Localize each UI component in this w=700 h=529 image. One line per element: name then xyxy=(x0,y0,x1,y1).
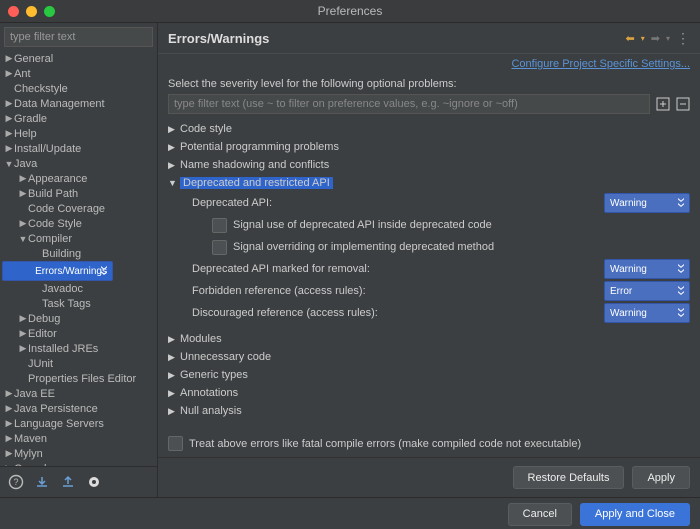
pref-fatal-errors[interactable]: Treat above errors like fatal compile er… xyxy=(158,430,700,457)
restore-defaults-button[interactable]: Restore Defaults xyxy=(513,466,625,489)
sidebar-item[interactable]: ▶Maven xyxy=(2,431,157,446)
sidebar-item[interactable]: ▶Data Management xyxy=(2,96,157,111)
sidebar-item[interactable]: Checkstyle xyxy=(2,81,157,96)
group-null-analysis[interactable]: ▶Null analysis xyxy=(168,402,690,420)
dialog-bottom-bar: Cancel Apply and Close xyxy=(0,497,700,529)
description-text: Select the severity level for the follow… xyxy=(158,74,700,94)
sidebar-tree[interactable]: ▶General▶AntCheckstyle▶Data Management▶G… xyxy=(0,51,157,466)
deprecated-removal-select[interactable]: Warning xyxy=(604,259,690,279)
page-title: Errors/Warnings xyxy=(168,31,269,46)
group-modules[interactable]: ▶Modules xyxy=(168,330,690,348)
sidebar-item[interactable]: Task Tags xyxy=(2,296,157,311)
sidebar-item[interactable]: ▶Appearance xyxy=(2,171,157,186)
import-icon[interactable] xyxy=(34,474,50,490)
menu-icon[interactable]: ⋮ xyxy=(676,30,690,47)
group-name-shadowing[interactable]: ▶Name shadowing and conflicts xyxy=(168,156,690,174)
pref-signal-overriding[interactable]: Signal overriding or implementing deprec… xyxy=(168,236,690,258)
checkbox-icon[interactable] xyxy=(212,240,227,255)
export-icon[interactable] xyxy=(60,474,76,490)
deprecated-api-select[interactable]: Warning xyxy=(604,193,690,213)
sidebar-item[interactable]: JUnit xyxy=(2,356,157,371)
sidebar-item[interactable]: Errors/Warnings xyxy=(2,261,113,281)
sidebar-item[interactable]: Code Coverage xyxy=(2,201,157,216)
cancel-button[interactable]: Cancel xyxy=(508,503,572,526)
sidebar-item[interactable]: ▶Java EE xyxy=(2,386,157,401)
pref-deprecated-removal: Deprecated API marked for removal: Warni… xyxy=(168,258,690,280)
sidebar-item[interactable]: ▶Mylyn xyxy=(2,446,157,461)
help-icon[interactable]: ? xyxy=(8,474,24,490)
sidebar-item[interactable]: ▶Build Path xyxy=(2,186,157,201)
sidebar-item[interactable]: ▶Java Persistence xyxy=(2,401,157,416)
pref-signal-inside-deprecated[interactable]: Signal use of deprecated API inside depr… xyxy=(168,214,690,236)
expand-all-icon[interactable] xyxy=(656,97,670,111)
oomph-icon[interactable] xyxy=(86,474,102,490)
sidebar-item[interactable]: ▶Help xyxy=(2,126,157,141)
sidebar-item[interactable]: ▶Installed JREs xyxy=(2,341,157,356)
group-generic-types[interactable]: ▶Generic types xyxy=(168,366,690,384)
checkbox-icon[interactable] xyxy=(168,436,183,451)
group-code-style[interactable]: ▶Code style xyxy=(168,120,690,138)
sidebar-item[interactable]: ▶Code Style xyxy=(2,216,157,231)
sidebar-item[interactable]: ▶General xyxy=(2,51,157,66)
forward-arrow-icon[interactable]: ➡ xyxy=(651,32,660,45)
sidebar-item[interactable]: ▼Compiler xyxy=(2,231,157,246)
pref-deprecated-api: Deprecated API: Warning xyxy=(168,192,690,214)
collapse-all-icon[interactable] xyxy=(676,97,690,111)
sidebar-item[interactable]: Building xyxy=(2,246,157,261)
group-annotations[interactable]: ▶Annotations xyxy=(168,384,690,402)
svg-text:?: ? xyxy=(13,477,18,487)
sidebar-item[interactable]: Properties Files Editor xyxy=(2,371,157,386)
sidebar-item[interactable]: ▶Ant xyxy=(2,66,157,81)
group-deprecated-api[interactable]: ▼Deprecated and restricted API xyxy=(168,174,690,192)
apply-and-close-button[interactable]: Apply and Close xyxy=(580,503,690,526)
sidebar-filter-input[interactable]: type filter text xyxy=(4,27,153,47)
sidebar-item[interactable]: ▶Editor xyxy=(2,326,157,341)
titlebar: Preferences xyxy=(0,0,700,23)
sidebar-item[interactable]: ▶Language Servers xyxy=(2,416,157,431)
settings-filter-input[interactable]: type filter text (use ~ to filter on pre… xyxy=(168,94,650,114)
sidebar-item[interactable]: ▶Debug xyxy=(2,311,157,326)
sidebar-item[interactable]: ▶Install/Update xyxy=(2,141,157,156)
sidebar: type filter text ▶General▶AntCheckstyle▶… xyxy=(0,23,158,497)
sidebar-item[interactable]: Javadoc xyxy=(2,281,157,296)
window-title: Preferences xyxy=(0,4,700,18)
checkbox-icon[interactable] xyxy=(212,218,227,233)
group-potential-problems[interactable]: ▶Potential programming problems xyxy=(168,138,690,156)
discouraged-ref-select[interactable]: Warning xyxy=(604,303,690,323)
pref-forbidden-reference: Forbidden reference (access rules): Erro… xyxy=(168,280,690,302)
pref-discouraged-reference: Discouraged reference (access rules): Wa… xyxy=(168,302,690,324)
sidebar-item[interactable]: ▶Gradle xyxy=(2,111,157,126)
sidebar-item[interactable]: ▼Java xyxy=(2,156,157,171)
back-arrow-icon[interactable]: ⬅ xyxy=(626,32,635,45)
sidebar-toolbar: ? xyxy=(0,466,157,497)
settings-list: ▶Code style ▶Potential programming probl… xyxy=(158,118,700,430)
group-unnecessary-code[interactable]: ▶Unnecessary code xyxy=(168,348,690,366)
main-panel: Errors/Warnings ⬅▾ ➡▾ ⋮ Configure Projec… xyxy=(158,23,700,497)
project-settings-link[interactable]: Configure Project Specific Settings... xyxy=(511,58,690,70)
forbidden-ref-select[interactable]: Error xyxy=(604,281,690,301)
apply-button[interactable]: Apply xyxy=(632,466,690,489)
